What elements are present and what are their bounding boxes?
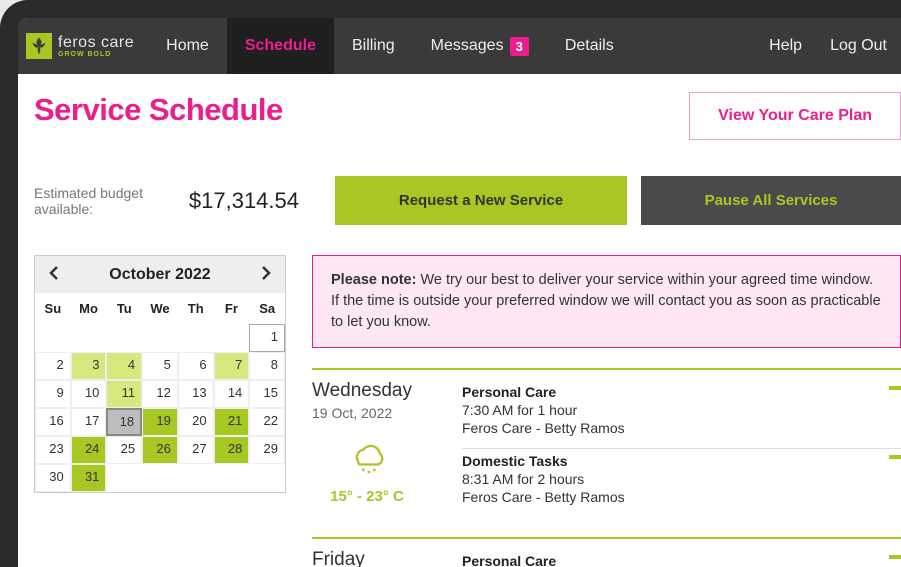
- service-time: 8:31 AM for 2 hours: [462, 471, 901, 487]
- day-block: Friday21 Oct, 2022Personal CareThis time…: [312, 537, 901, 567]
- service-title: Personal Care: [462, 553, 901, 567]
- calendar-day: [106, 324, 142, 352]
- service-item[interactable]: Personal CareThis time is yet to be conf…: [462, 549, 901, 567]
- brand-logo[interactable]: feros care GROW BOLD: [18, 33, 148, 59]
- calendar-dow: Su: [35, 293, 71, 324]
- request-service-button[interactable]: Request a New Service: [335, 176, 627, 225]
- calendar-day[interactable]: 13: [178, 380, 214, 408]
- calendar-day[interactable]: 7: [214, 352, 250, 380]
- service-title: Domestic Tasks: [462, 453, 901, 469]
- day-name: Friday: [312, 549, 462, 567]
- service-indicator-icon: [889, 555, 901, 559]
- service-time: 7:30 AM for 1 hour: [462, 402, 901, 418]
- calendar-day[interactable]: 17: [71, 408, 107, 436]
- calendar-day[interactable]: 19: [142, 408, 178, 436]
- service-provider: Feros Care - Betty Ramos: [462, 420, 901, 436]
- calendar-title: October 2022: [109, 266, 210, 284]
- calendar-prev-button[interactable]: [43, 262, 65, 287]
- calendar-day[interactable]: 14: [214, 380, 250, 408]
- calendar-dow: Th: [178, 293, 214, 324]
- day-date: 19 Oct, 2022: [312, 405, 462, 421]
- notice-prefix: Please note:: [331, 272, 416, 288]
- chevron-right-icon: [261, 266, 271, 280]
- chevron-left-icon: [49, 266, 59, 280]
- calendar-day: [214, 324, 250, 352]
- messages-badge: 3: [510, 37, 529, 56]
- calendar-day[interactable]: 21: [214, 408, 250, 436]
- calendar-day[interactable]: 10: [71, 380, 107, 408]
- calendar-day: [35, 324, 71, 352]
- view-care-plan-button[interactable]: View Your Care Plan: [689, 92, 901, 140]
- notice-banner: Please note: We try our best to deliver …: [312, 255, 901, 348]
- primary-nav: Home Schedule Billing Messages3 Details: [148, 18, 632, 74]
- nav-home[interactable]: Home: [148, 18, 227, 74]
- day-block: Wednesday 19 Oct, 2022 15° - 23° C Personal…: [312, 368, 901, 517]
- calendar-day[interactable]: 24: [71, 436, 107, 464]
- service-title: Personal Care: [462, 384, 901, 400]
- calendar-next-button[interactable]: [255, 262, 277, 287]
- calendar-day[interactable]: 18: [106, 408, 142, 436]
- calendar-day[interactable]: 1: [249, 324, 285, 352]
- budget-amount: $17,314.54: [189, 188, 299, 214]
- calendar-day[interactable]: 2: [35, 352, 71, 380]
- calendar-day[interactable]: 3: [71, 352, 107, 380]
- service-item[interactable]: Domestic Tasks 8:31 AM for 2 hours Feros C…: [462, 448, 901, 517]
- weather-temp: 15° - 23° C: [312, 488, 422, 505]
- calendar-dow: Fr: [214, 293, 250, 324]
- calendar-day[interactable]: 26: [142, 436, 178, 464]
- calendar-day[interactable]: 11: [106, 380, 142, 408]
- calendar-day[interactable]: 9: [35, 380, 71, 408]
- service-provider: Feros Care - Betty Ramos: [462, 489, 901, 505]
- calendar-day[interactable]: 25: [106, 436, 142, 464]
- calendar-dow: Tu: [106, 293, 142, 324]
- service-item[interactable]: Personal Care 7:30 AM for 1 hour Feros Car…: [462, 380, 901, 448]
- logo-icon: [26, 33, 52, 59]
- nav-schedule[interactable]: Schedule: [227, 18, 334, 74]
- calendar-day: [178, 324, 214, 352]
- service-indicator-icon: [889, 386, 901, 390]
- weather-block: 15° - 23° C: [312, 439, 422, 505]
- calendar-day: [71, 324, 107, 352]
- calendar-day[interactable]: 15: [249, 380, 285, 408]
- calendar-day[interactable]: 16: [35, 408, 71, 436]
- calendar-day[interactable]: 23: [35, 436, 71, 464]
- nav-details[interactable]: Details: [547, 18, 632, 74]
- budget-label: Estimated budget available:: [34, 185, 173, 217]
- calendar-day[interactable]: 22: [249, 408, 285, 436]
- calendar-dow: We: [142, 293, 178, 324]
- nav-billing[interactable]: Billing: [334, 18, 413, 74]
- top-nav: feros care GROW BOLD Home Schedule Billi…: [18, 18, 901, 74]
- calendar-dow: Mo: [71, 293, 107, 324]
- nav-messages[interactable]: Messages3: [413, 18, 547, 74]
- calendar-day[interactable]: 28: [214, 436, 250, 464]
- calendar-day[interactable]: 5: [142, 352, 178, 380]
- calendar-day: [142, 324, 178, 352]
- calendar-day[interactable]: 8: [249, 352, 285, 380]
- service-indicator-icon: [889, 455, 901, 459]
- nav-right: Help Log Out: [755, 18, 901, 74]
- brand-name: feros care: [58, 35, 134, 51]
- rain-cloud-icon: [345, 439, 389, 479]
- calendar-day[interactable]: 6: [178, 352, 214, 380]
- nav-help[interactable]: Help: [755, 18, 816, 74]
- calendar-day[interactable]: 29: [249, 436, 285, 464]
- pause-services-button[interactable]: Pause All Services: [641, 176, 901, 225]
- nav-logout[interactable]: Log Out: [816, 18, 901, 74]
- page-title: Service Schedule: [34, 92, 283, 128]
- calendar-day[interactable]: 12: [142, 380, 178, 408]
- day-name: Wednesday: [312, 380, 462, 402]
- calendar-day[interactable]: 4: [106, 352, 142, 380]
- calendar-day[interactable]: 27: [178, 436, 214, 464]
- brand-tagline: GROW BOLD: [58, 51, 134, 58]
- calendar: October 2022 SuMoTuWeThFrSa1234567891011…: [34, 255, 286, 493]
- calendar-day[interactable]: 31: [71, 464, 107, 492]
- calendar-dow: Sa: [249, 293, 285, 324]
- calendar-day[interactable]: 30: [35, 464, 71, 492]
- calendar-day[interactable]: 20: [178, 408, 214, 436]
